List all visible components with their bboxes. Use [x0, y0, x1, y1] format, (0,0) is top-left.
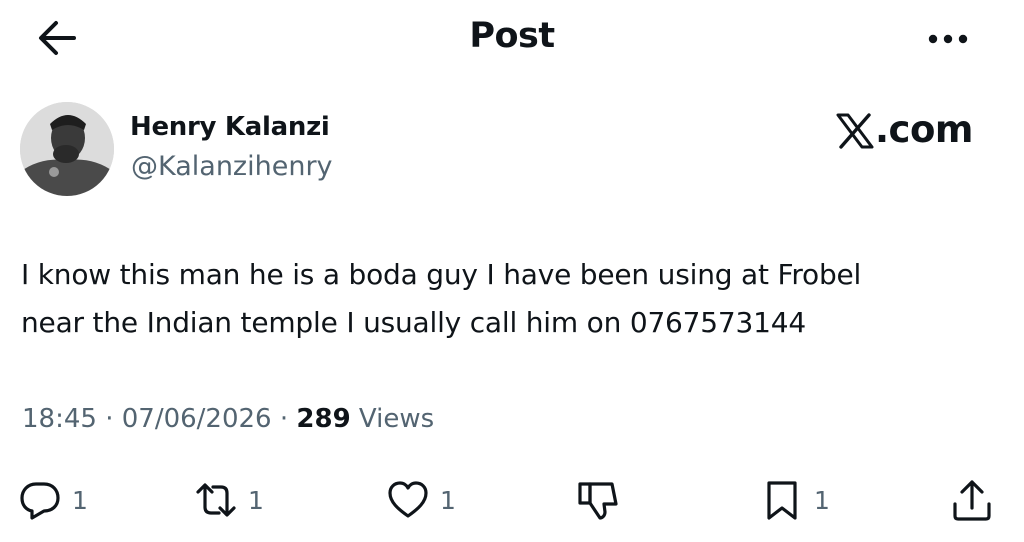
- post-text: I know this man he is a boda guy I have …: [21, 251, 1011, 347]
- post-text-line: I know this man he is a boda guy I have …: [21, 258, 862, 291]
- reply-icon: [20, 482, 60, 520]
- bookmark-button[interactable]: 1: [760, 478, 830, 522]
- views-count: 289: [296, 404, 351, 434]
- post-time[interactable]: 18:45: [22, 404, 97, 434]
- reply-count: 1: [72, 485, 88, 515]
- x-logo-icon: [835, 113, 875, 149]
- heart-icon: [388, 481, 428, 518]
- avatar-photo: [20, 102, 114, 196]
- meta-separator: ·: [271, 404, 297, 434]
- share-icon: [953, 480, 991, 521]
- post-date[interactable]: 07/06/2026: [122, 404, 272, 434]
- reply-button[interactable]: 1: [18, 478, 88, 522]
- author-handle[interactable]: @Kalanzihenry: [131, 151, 333, 182]
- repost-button[interactable]: 1: [194, 478, 264, 522]
- bookmark-icon: [767, 481, 797, 520]
- like-count: 1: [440, 485, 456, 515]
- more-options-button[interactable]: [922, 24, 974, 54]
- action-bar: 1 1 1 1: [0, 470, 1024, 530]
- more-horizontal-icon: [928, 34, 968, 44]
- top-bar: Post: [0, 0, 1024, 76]
- author-name[interactable]: Henry Kalanzi: [130, 112, 330, 142]
- page-title: Post: [469, 16, 555, 56]
- bookmark-count: 1: [814, 485, 830, 515]
- meta-separator: ·: [96, 404, 122, 434]
- share-button[interactable]: [950, 478, 994, 522]
- views-label: Views: [350, 404, 435, 434]
- repost-icon: [196, 483, 236, 517]
- dislike-button[interactable]: [576, 478, 620, 522]
- post-meta: 18:45 · 07/06/2026 · 289 Views: [22, 404, 434, 434]
- repost-count: 1: [248, 485, 264, 515]
- brand-domain: .com: [875, 108, 973, 151]
- avatar[interactable]: [20, 102, 114, 196]
- thumbs-down-icon: [578, 482, 618, 520]
- like-button[interactable]: 1: [386, 478, 456, 522]
- post-text-line: near the Indian temple I usually call hi…: [21, 306, 806, 339]
